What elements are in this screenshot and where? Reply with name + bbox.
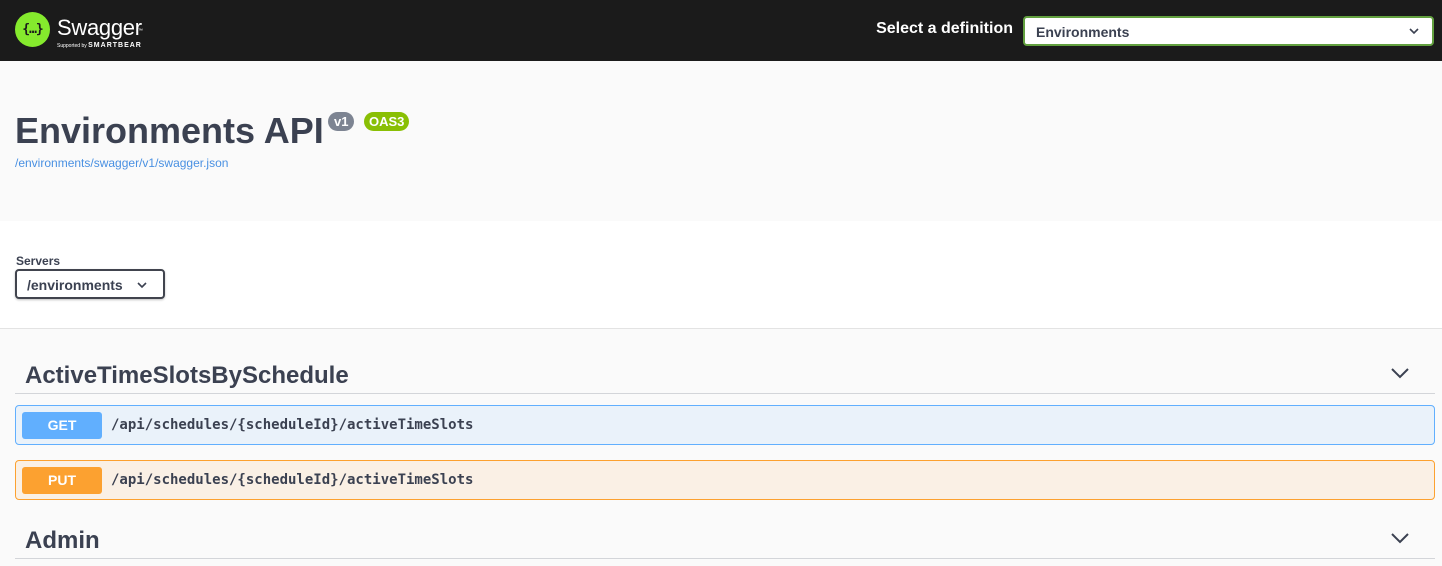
tag-section-admin[interactable]: Admin xyxy=(15,519,1435,559)
spec-json-link[interactable]: /environments/swagger/v1/swagger.json xyxy=(15,156,228,170)
operation-put-active-time-slots[interactable]: PUT /api/schedules/{scheduleId}/activeTi… xyxy=(15,460,1435,500)
method-badge-get: GET xyxy=(22,412,102,439)
tag-title: ActiveTimeSlotsBySchedule xyxy=(25,362,349,389)
chevron-down-icon xyxy=(1409,28,1419,35)
method-badge-put: PUT xyxy=(22,467,102,494)
logo-name: Swagger xyxy=(57,15,142,40)
logo-supported-by: Supported by SMARTBEAR xyxy=(57,42,142,49)
version-badge: v1 xyxy=(328,112,355,131)
server-select[interactable]: /environments xyxy=(15,269,165,299)
chevron-down-icon[interactable] xyxy=(1391,532,1409,544)
logo-trademark: ™ xyxy=(138,28,143,34)
logo-glyph: {…} xyxy=(22,22,43,37)
api-info: Environments API v1 OAS3 /environments/s… xyxy=(0,61,1442,221)
topbar: {…} Swagger ™ Supported by SMARTBEAR Sel… xyxy=(0,0,1442,61)
logo-supported-text: Supported by xyxy=(57,43,87,49)
logo-company: SMARTBEAR xyxy=(88,42,142,49)
swagger-logo[interactable]: {…} Swagger ™ Supported by SMARTBEAR xyxy=(15,12,175,52)
definition-select-value: Environments xyxy=(1036,24,1130,40)
chevron-down-icon xyxy=(137,282,147,289)
server-select-value: /environments xyxy=(27,277,123,293)
servers-label: Servers xyxy=(16,254,61,268)
operation-path: /api/schedules/{scheduleId}/activeTimeSl… xyxy=(111,472,474,488)
tag-section-activetimeslots[interactable]: ActiveTimeSlotsBySchedule xyxy=(15,354,1435,394)
oas-badge: OAS3 xyxy=(364,112,410,131)
servers-panel: Servers /environments xyxy=(0,221,1442,329)
operation-path: /api/schedules/{scheduleId}/activeTimeSl… xyxy=(111,417,474,433)
chevron-down-icon[interactable] xyxy=(1391,367,1409,379)
definition-label: Select a definition xyxy=(876,20,1013,37)
operation-get-active-time-slots[interactable]: GET /api/schedules/{scheduleId}/activeTi… xyxy=(15,405,1435,445)
page-title: Environments API xyxy=(15,110,324,151)
definition-select[interactable]: Environments xyxy=(1023,16,1434,46)
tag-title: Admin xyxy=(25,527,100,554)
